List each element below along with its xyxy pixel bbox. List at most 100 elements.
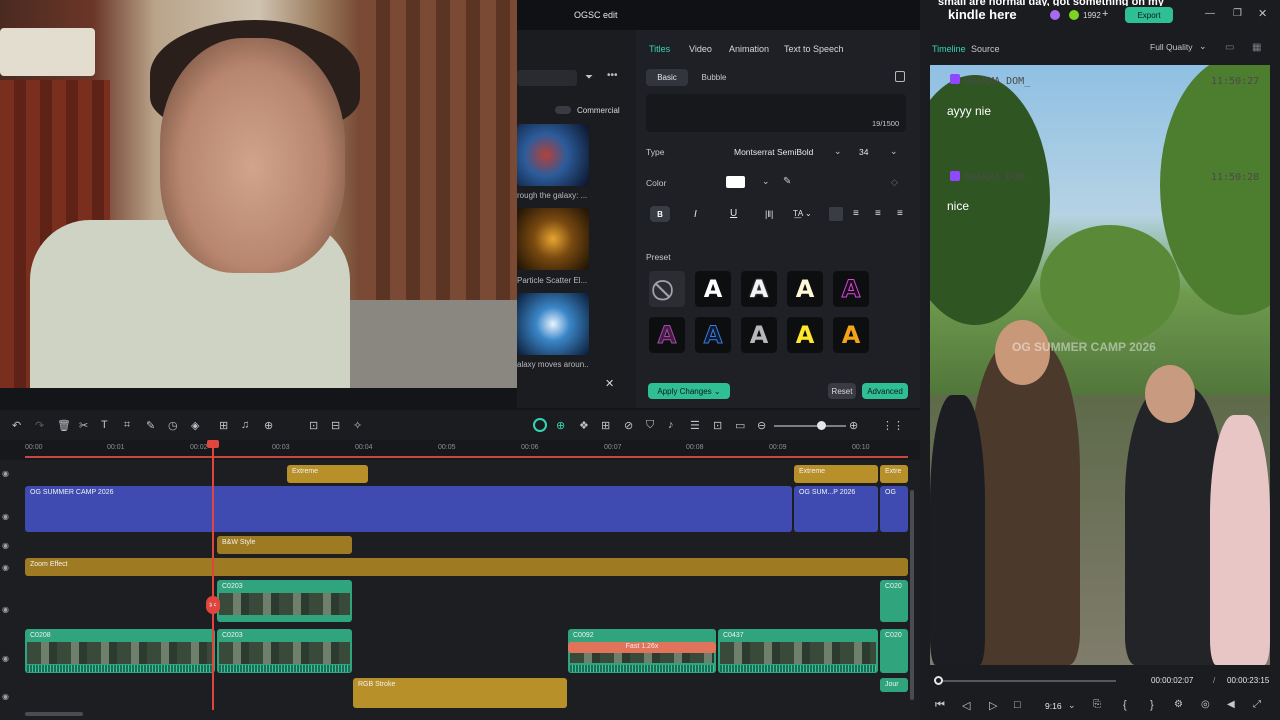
snapshot-icon[interactable]: ▭ (1225, 42, 1234, 53)
preset-cream[interactable]: A (787, 271, 823, 307)
timeline-scrollbar[interactable] (25, 712, 83, 716)
text-tool-icon[interactable]: T (101, 419, 108, 431)
speed-badge[interactable]: Fast 1.26x (568, 642, 716, 653)
italic-button[interactable]: I (694, 209, 697, 220)
zoom-slider-handle[interactable] (817, 421, 826, 430)
render-icon[interactable]: ⚙ (1174, 699, 1183, 710)
transition-icon[interactable]: ⊘ (624, 419, 633, 432)
ai-icon[interactable]: ✧ (353, 419, 362, 432)
auto-sync-icon[interactable]: ⊕ (556, 419, 565, 432)
marker-icon[interactable]: ⎘ (1093, 699, 1101, 710)
maximize-icon[interactable]: ❐ (1233, 8, 1242, 19)
fullscreen-icon[interactable]: ⤢ (1253, 699, 1261, 710)
keyframe-icon[interactable]: ◇ (891, 177, 898, 188)
underline-button[interactable]: U (730, 208, 737, 219)
chevron-down-icon[interactable]: ⌄ (890, 146, 898, 157)
clip-rgb-stroke[interactable]: RGB Stroke (353, 678, 567, 708)
play-icon[interactable]: ▷ (989, 699, 997, 712)
color-swatch[interactable] (726, 176, 745, 188)
playhead[interactable] (212, 442, 214, 710)
volume-icon[interactable]: ◀ (1227, 699, 1235, 710)
eyedropper-icon[interactable]: ✎ (783, 176, 791, 187)
spacing-icon[interactable]: |‖| (765, 209, 773, 219)
preset-silver[interactable]: A (741, 317, 777, 353)
chevron-down-icon[interactable]: ⌄ (834, 146, 842, 157)
camera-icon[interactable]: ◎ (1201, 699, 1210, 710)
zoom-in-icon[interactable]: ⊕ (849, 419, 858, 432)
aspect-ratio-select[interactable]: 9:16 (1045, 701, 1062, 711)
preset-white-shadow[interactable]: A (741, 271, 777, 307)
subtab-bubble[interactable]: Bubble (694, 69, 734, 86)
preset-orange[interactable]: A (833, 317, 869, 353)
chevron-down-icon[interactable]: ⌄ (1068, 700, 1076, 711)
vertical-scrollbar[interactable] (910, 490, 914, 700)
effect-thumbnail-galaxy[interactable] (517, 124, 589, 186)
apply-changes-button[interactable]: Apply Changes ⌄ (648, 383, 730, 399)
delete-icon[interactable]: 🗑 (57, 419, 71, 432)
tab-source-preview[interactable]: Source (971, 44, 1000, 54)
advanced-button[interactable]: Advanced (862, 383, 908, 399)
clip-jour[interactable]: Jour (880, 678, 908, 692)
preset-blue-outline[interactable]: A (695, 317, 731, 353)
audio-icon[interactable]: ♫ (241, 419, 249, 431)
ai-assistant-icon[interactable] (533, 418, 547, 432)
crop-icon[interactable]: ⌗ (124, 419, 130, 432)
zoom-slider[interactable] (774, 425, 846, 427)
mark-out-icon[interactable]: } (1150, 699, 1154, 711)
chevron-down-icon[interactable]: ⌄ (762, 176, 770, 187)
clip-c020-right[interactable]: C020 (880, 629, 908, 673)
align-center-icon[interactable]: ≡ (853, 208, 859, 219)
clip-title-second[interactable]: OG SUM...P 2026 (794, 486, 878, 532)
clip-title-third[interactable]: OG (880, 486, 908, 532)
effect-thumbnail-galaxy-moves[interactable] (517, 293, 589, 355)
clip-extreme[interactable]: Extreme (794, 465, 878, 483)
clip-zoom-effect[interactable]: Zoom Effect (25, 558, 908, 576)
quality-select[interactable]: Full Quality (1150, 42, 1193, 52)
add-credits-icon[interactable]: + (1102, 8, 1108, 20)
shield-icon[interactable]: ⛉ (646, 419, 654, 432)
preset-none-icon[interactable]: ⃠ (649, 271, 685, 307)
layout-icon[interactable]: ▦ (1252, 42, 1261, 53)
stop-icon[interactable]: □ (1014, 699, 1021, 711)
reset-button[interactable]: Reset (828, 383, 856, 399)
avatar[interactable] (1050, 10, 1060, 20)
font-select[interactable]: Montserrat SemiBold (734, 147, 813, 157)
more-options-icon[interactable]: ••• (607, 70, 618, 81)
font-size-select[interactable]: 34 (859, 147, 868, 157)
chevron-down-icon[interactable]: ⌄ (1199, 41, 1207, 52)
text-case-icon[interactable]: T͟A ⌄ (793, 209, 812, 218)
speed-icon[interactable]: ◷ (168, 419, 178, 432)
mic-icon[interactable]: ♪ (668, 419, 674, 431)
bold-button[interactable]: B (650, 206, 670, 222)
close-icon[interactable]: ✕ (605, 377, 614, 390)
effect-thumbnail-particle[interactable] (517, 208, 589, 270)
grid-icon[interactable]: ⊞ (601, 419, 610, 432)
motion-icon[interactable]: ⊕ (264, 419, 273, 432)
preset-purple[interactable]: A (649, 317, 685, 353)
eye-icon[interactable]: ◉ (2, 563, 9, 572)
preset-pink-outline[interactable]: A (833, 271, 869, 307)
align-left-icon[interactable] (829, 207, 843, 221)
text-content-field[interactable] (646, 94, 906, 132)
minimize-icon[interactable]: — (1205, 8, 1215, 19)
detach-icon[interactable]: ⊟ (331, 419, 340, 432)
tab-text-to-speech[interactable]: Text to Speech (784, 44, 844, 54)
subtitle-icon[interactable]: ▭ (735, 419, 745, 432)
sticker-icon[interactable]: ❖ (579, 419, 589, 432)
align-right-icon[interactable]: ≡ (875, 208, 881, 219)
zoom-out-icon[interactable]: ⊖ (757, 419, 766, 432)
preview-scrubber[interactable] (938, 680, 1116, 682)
tab-timeline-preview[interactable]: Timeline (932, 44, 966, 54)
eye-icon[interactable]: ◉ (2, 692, 9, 701)
clip-extreme[interactable]: Extre (880, 465, 908, 483)
align-justify-icon[interactable]: ≡ (897, 208, 903, 219)
split-icon[interactable]: ✂ (79, 419, 88, 432)
tab-video[interactable]: Video (689, 44, 712, 54)
eye-icon[interactable]: ◉ (2, 654, 9, 663)
undo-icon[interactable]: ↶ (12, 419, 21, 432)
mark-in-icon[interactable]: { (1123, 699, 1127, 711)
redo-icon[interactable]: ↷ (35, 419, 44, 432)
commercial-toggle[interactable] (555, 106, 571, 114)
close-window-icon[interactable]: ✕ (1258, 7, 1267, 20)
subtab-basic[interactable]: Basic (646, 69, 688, 86)
